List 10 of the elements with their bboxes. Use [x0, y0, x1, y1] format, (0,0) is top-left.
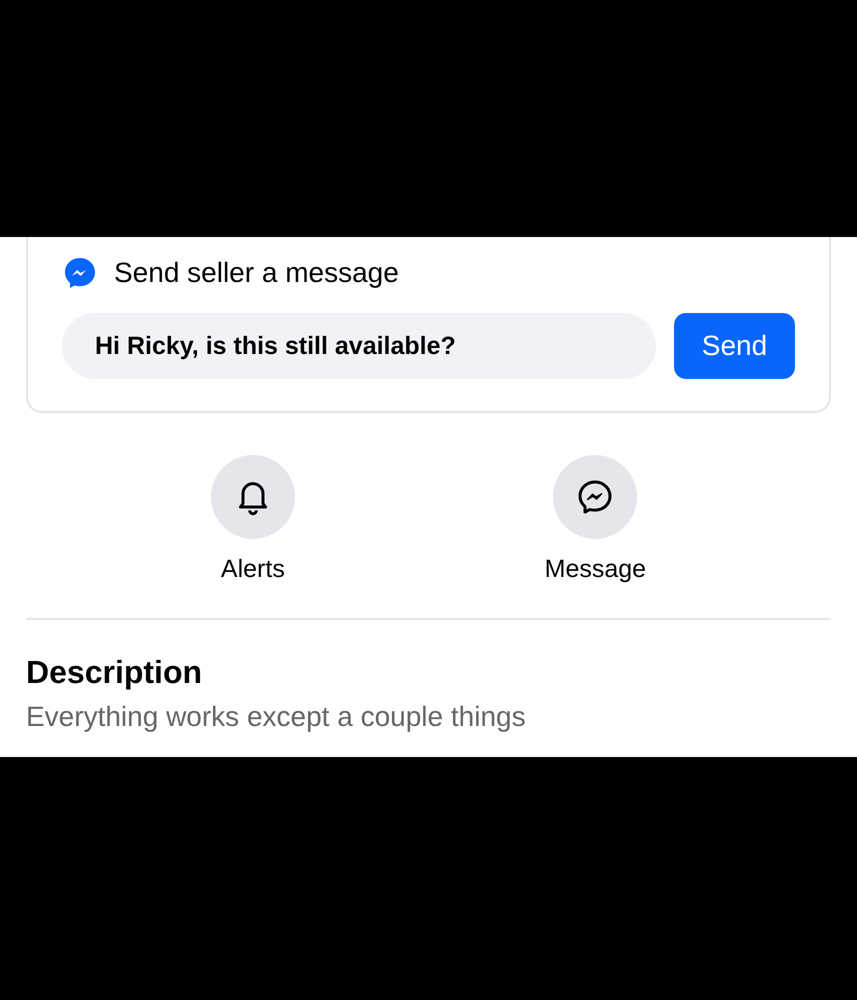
card-title: Send seller a message: [114, 257, 399, 289]
message-input[interactable]: Hi Ricky, is this still available?: [62, 313, 656, 379]
section-heading: Description: [26, 654, 204, 691]
description-text: Everything works except a couple things: [26, 701, 527, 733]
messenger-icon: [62, 255, 98, 291]
send-button[interactable]: Send: [674, 313, 795, 379]
action-label: Alerts: [220, 555, 285, 584]
action-button[interactable]: Message: [544, 455, 646, 584]
action-button[interactable]: Alerts: [210, 455, 295, 584]
action-label: Message: [544, 555, 646, 584]
